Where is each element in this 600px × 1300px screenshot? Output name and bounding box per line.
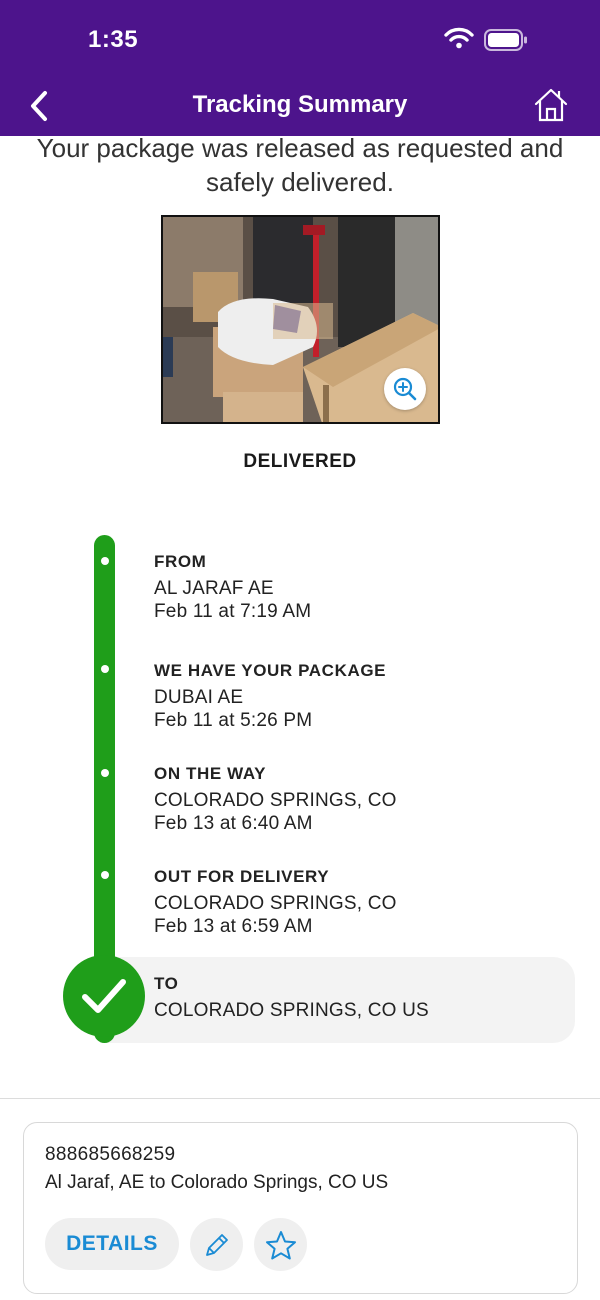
favorite-button[interactable] [254,1218,307,1271]
tracking-number: 888685668259 [45,1144,176,1165]
pencil-icon [205,1233,228,1256]
event-time: Feb 13 at 6:59 AM [154,916,313,937]
event-title: WE HAVE YOUR PACKAGE [154,661,387,680]
timeline-dot [101,871,109,879]
event-location: COLORADO SPRINGS, CO [154,790,397,811]
timeline-event-out-for-delivery: OUT FOR DELIVERY COLORADO SPRINGS, CO Fe… [154,866,397,938]
event-location: COLORADO SPRINGS, CO US [154,1000,429,1021]
event-time: Feb 11 at 7:19 AM [154,601,312,622]
section-divider [0,1098,600,1099]
timeline-dot [101,665,109,673]
event-time: Feb 13 at 6:40 AM [154,813,313,834]
event-time: Feb 11 at 5:26 PM [154,710,313,731]
event-location: COLORADO SPRINGS, CO [154,893,397,914]
timeline-dot [101,557,109,565]
delivered-check-badge [63,955,145,1037]
status-time: 1:35 [88,26,139,53]
timeline-event-on-the-way: ON THE WAY COLORADO SPRINGS, CO Feb 13 a… [154,763,397,835]
event-title: FROM [154,552,207,571]
delivery-status: DELIVERED [243,451,357,472]
details-button[interactable]: DETAILS [45,1218,179,1270]
home-icon [534,88,568,122]
event-location: DUBAI AE [154,687,244,708]
edit-button[interactable] [190,1218,243,1271]
event-title: TO [154,974,179,993]
timeline-dot [101,769,109,777]
home-button[interactable] [531,86,571,124]
event-title: OUT FOR DELIVERY [154,867,330,886]
top-bar: 1:35 Tracking Summary [0,0,600,136]
timeline-event-destination: TO COLORADO SPRINGS, CO US [154,973,429,1022]
timeline-event-from: FROM AL JARAF AE Feb 11 at 7:19 AM [154,551,311,623]
page-title: Tracking Summary [192,91,408,118]
wifi-icon [444,27,474,54]
zoom-in-icon [393,377,417,401]
event-location: AL JARAF AE [154,578,274,599]
checkmark-icon [82,979,126,1013]
star-icon [265,1230,296,1259]
event-title: ON THE WAY [154,764,267,783]
zoom-button[interactable] [384,368,426,410]
timeline-event-picked-up: WE HAVE YOUR PACKAGE DUBAI AE Feb 11 at … [154,660,386,732]
shipment-route: Al Jaraf, AE to Colorado Springs, CO US [45,1172,389,1193]
delivery-message: Your package was released as requested a… [36,133,564,197]
battery-icon [484,29,528,56]
